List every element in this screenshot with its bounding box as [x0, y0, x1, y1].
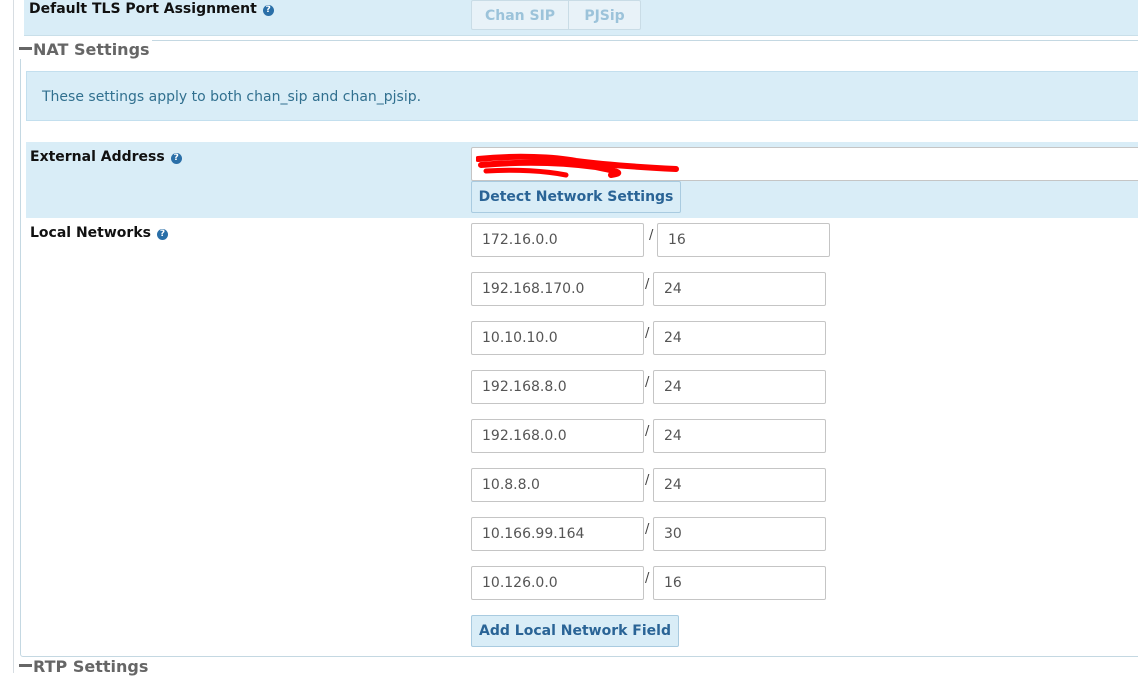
- help-icon[interactable]: ?: [170, 153, 182, 164]
- tls-port-label-text: Default TLS Port Assignment: [29, 1, 257, 17]
- nat-info-text: These settings apply to both chan_sip an…: [42, 89, 422, 105]
- local-network-mask-input[interactable]: 24: [653, 370, 826, 404]
- nat-settings-title: NAT Settings: [33, 40, 150, 59]
- tls-port-row: Default TLS Port Assignment? Chan SIP PJ…: [24, 0, 1138, 36]
- redaction-scribble: [476, 153, 679, 178]
- local-networks-label: Local Networks?: [30, 225, 168, 241]
- nat-settings-header[interactable]: NAT Settings: [19, 40, 152, 59]
- cidr-slash: /: [645, 375, 650, 390]
- local-networks-label-text: Local Networks: [30, 225, 151, 241]
- tls-option-pjsip[interactable]: PJSip: [568, 0, 641, 30]
- local-network-ip-input[interactable]: 10.10.10.0: [471, 321, 644, 355]
- minus-icon: [19, 47, 32, 50]
- local-network-mask-input[interactable]: 24: [653, 321, 826, 355]
- cidr-slash: /: [645, 571, 650, 586]
- cidr-slash: /: [645, 277, 650, 292]
- local-network-ip-input[interactable]: 10.126.0.0: [471, 566, 644, 600]
- local-network-ip-input[interactable]: 192.168.170.0: [471, 272, 644, 306]
- local-network-ip-input[interactable]: 172.16.0.0: [471, 223, 644, 257]
- local-network-mask-input[interactable]: 16: [653, 566, 826, 600]
- cidr-slash: /: [649, 228, 654, 243]
- local-network-mask-input[interactable]: 24: [653, 272, 826, 306]
- detect-network-settings-button[interactable]: Detect Network Settings: [471, 181, 681, 213]
- cidr-slash: /: [645, 522, 650, 537]
- minus-icon: [19, 664, 32, 667]
- local-network-ip-input[interactable]: 192.168.8.0: [471, 370, 644, 404]
- local-network-mask-input[interactable]: 24: [653, 468, 826, 502]
- tls-option-chan-sip[interactable]: Chan SIP: [471, 0, 569, 30]
- external-address-label-text: External Address: [30, 149, 165, 165]
- rtp-settings-header[interactable]: RTP Settings: [19, 657, 148, 676]
- local-network-ip-input[interactable]: 10.166.99.164: [471, 517, 644, 551]
- nat-info-alert: These settings apply to both chan_sip an…: [26, 71, 1138, 121]
- cidr-slash: /: [645, 424, 650, 439]
- help-icon[interactable]: ?: [262, 5, 274, 16]
- add-local-network-button[interactable]: Add Local Network Field: [471, 615, 679, 647]
- local-network-mask-input[interactable]: 16: [657, 223, 830, 257]
- local-network-mask-input[interactable]: 30: [653, 517, 826, 551]
- cidr-slash: /: [645, 326, 650, 341]
- tls-port-label: Default TLS Port Assignment?: [29, 1, 274, 17]
- external-address-label: External Address?: [30, 149, 182, 165]
- local-network-mask-input[interactable]: 24: [653, 419, 826, 453]
- rtp-settings-title: RTP Settings: [33, 657, 149, 676]
- local-network-ip-input[interactable]: 192.168.0.0: [471, 419, 644, 453]
- cidr-slash: /: [645, 473, 650, 488]
- help-icon[interactable]: ?: [156, 229, 168, 240]
- local-network-ip-input[interactable]: 10.8.8.0: [471, 468, 644, 502]
